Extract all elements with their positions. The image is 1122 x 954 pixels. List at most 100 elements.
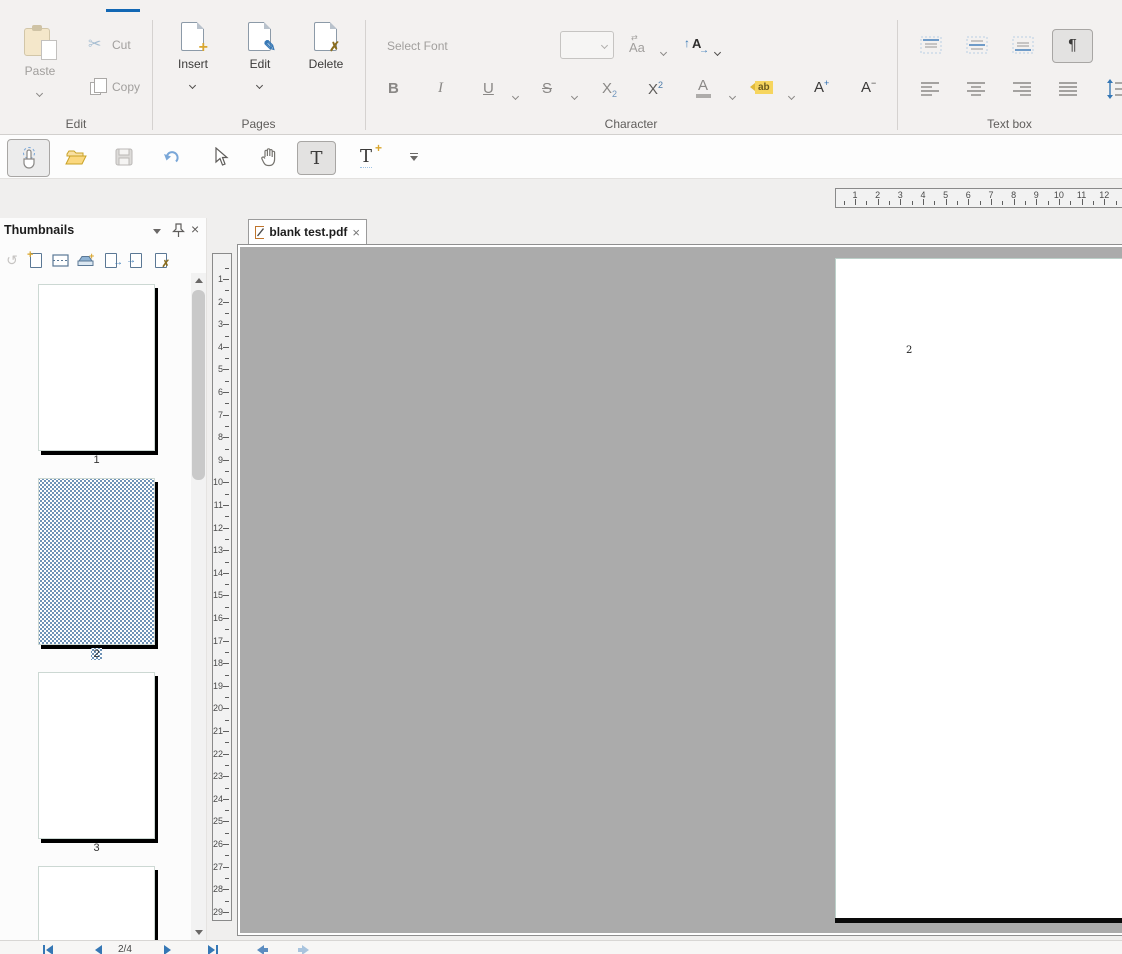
ruler-label: 8 (1011, 190, 1016, 200)
textbox-group-label: Text box (897, 117, 1122, 131)
valign-bottom-icon[interactable] (1012, 36, 1034, 54)
paste-icon (24, 28, 50, 56)
delete-thumb-page-button[interactable]: ✗ (151, 250, 171, 270)
ruler-tick (223, 460, 229, 461)
bold-button[interactable]: B (388, 80, 399, 97)
panel-close-icon[interactable]: × (191, 221, 199, 237)
thumbnail-page-2[interactable] (38, 478, 155, 645)
document-page[interactable]: 2 (835, 258, 1122, 918)
ruler-label: 17 (213, 636, 223, 646)
grow-font-button[interactable]: A+ (814, 78, 829, 96)
align-left-icon[interactable] (920, 81, 940, 97)
thumbnails-scrollbar[interactable] (191, 273, 206, 940)
select-tool-button[interactable] (202, 139, 238, 175)
paragraph-marks-toggle[interactable]: ¶ (1052, 29, 1093, 63)
previous-view-button[interactable] (255, 944, 269, 954)
ruler-label: 5 (218, 364, 223, 374)
ruler-tick (225, 652, 229, 653)
first-page-button[interactable] (42, 944, 54, 954)
ruler-tick (225, 765, 229, 766)
ruler-tick (223, 844, 229, 845)
ruler-tick (225, 358, 229, 359)
ruler-tick (223, 641, 229, 642)
ruler-tick (223, 663, 229, 664)
next-page-button[interactable] (162, 944, 174, 954)
align-center-icon[interactable] (966, 81, 986, 97)
last-page-button[interactable] (207, 944, 219, 954)
ruler-tick (934, 201, 935, 205)
subscript-button[interactable]: X2 (602, 80, 617, 99)
vertical-ruler: 1234567891011121314151617181920212223242… (212, 253, 232, 921)
toolbar-overflow-button[interactable] (396, 139, 432, 175)
page-indicator[interactable]: 2/4 (118, 944, 132, 954)
rotate-page-button[interactable]: ↺ (2, 250, 22, 270)
document-tab[interactable]: blank test.pdf × (248, 219, 367, 244)
line-spacing-icon[interactable] (1106, 79, 1122, 99)
touch-mode-toggle[interactable] (7, 139, 50, 177)
copy-icon (90, 82, 101, 95)
hand-pan-icon (259, 147, 279, 167)
align-justify-icon[interactable] (1058, 81, 1078, 97)
group-separator (365, 20, 366, 130)
insert-into-page-button[interactable]: → (126, 250, 146, 270)
underline-button[interactable]: U (483, 80, 494, 97)
scrollbar-thumb[interactable] (192, 290, 205, 480)
new-page-button[interactable]: + (26, 250, 46, 270)
valign-middle-icon[interactable] (966, 36, 988, 54)
ruler-tick (1116, 201, 1117, 205)
export-page-button[interactable]: → (101, 250, 121, 270)
split-page-icon (52, 253, 69, 268)
open-button[interactable] (58, 139, 94, 175)
text-select-tool-toggle[interactable]: T (297, 141, 336, 175)
document-tab-close-icon[interactable]: × (352, 226, 360, 239)
align-right-icon[interactable] (1012, 81, 1032, 97)
strikethrough-button[interactable]: S (542, 80, 552, 97)
thumbnail-page-3[interactable] (38, 672, 155, 839)
insert-page-icon: + (181, 22, 204, 51)
font-size-combo[interactable] (560, 31, 614, 59)
italic-button[interactable]: I (438, 80, 443, 97)
ruler-label: 9 (218, 455, 223, 465)
overflow-icon (410, 153, 418, 161)
pilcrow-icon: ¶ (1068, 37, 1077, 55)
document-canvas[interactable]: 2 (240, 247, 1122, 933)
panel-pin-icon[interactable] (172, 223, 185, 238)
panel-menu-dropdown-icon[interactable] (153, 229, 161, 234)
scroll-up-button[interactable] (191, 273, 206, 288)
next-view-button[interactable] (297, 944, 311, 954)
ruler-label: 23 (213, 771, 223, 781)
ruler-tick (223, 889, 229, 890)
split-page-button[interactable] (50, 250, 70, 270)
ruler-tick (225, 720, 229, 721)
edit-page-icon: ✎ (248, 22, 271, 51)
ruler-tick (223, 912, 229, 913)
thumbnail-page-1[interactable] (38, 284, 155, 451)
delete-thumb-page-icon: ✗ (155, 253, 167, 268)
ruler-tick (223, 799, 229, 800)
save-button[interactable] (106, 139, 142, 175)
direction-up-arrow-icon: ↑ (684, 36, 690, 50)
ruler-tick (223, 415, 229, 416)
valign-top-icon[interactable] (920, 36, 942, 54)
thumbnail-page-4[interactable] (38, 866, 155, 940)
scroll-down-button[interactable] (191, 925, 206, 940)
ruler-label: 18 (213, 658, 223, 668)
highlight-button[interactable]: ab (755, 81, 773, 94)
pan-tool-button[interactable] (251, 139, 287, 175)
ruler-tick (225, 855, 229, 856)
edit-pages-dropdown-icon (256, 82, 263, 89)
ruler-tick (225, 471, 229, 472)
shrink-font-button[interactable]: A− (861, 78, 876, 96)
previous-page-button[interactable] (92, 944, 104, 954)
ruler-label: 7 (218, 410, 223, 420)
scan-page-button[interactable]: + (75, 250, 95, 270)
ruler-label: 5 (943, 190, 948, 200)
ruler-label: 3 (898, 190, 903, 200)
ruler-tick (980, 201, 981, 205)
superscript-button[interactable]: X2 (648, 80, 663, 98)
font-color-bar (696, 94, 711, 98)
undo-button[interactable] (154, 139, 190, 175)
cut-label: Cut (112, 38, 131, 52)
insert-dropdown-icon (189, 82, 196, 89)
add-text-button[interactable]: T + (348, 139, 384, 175)
